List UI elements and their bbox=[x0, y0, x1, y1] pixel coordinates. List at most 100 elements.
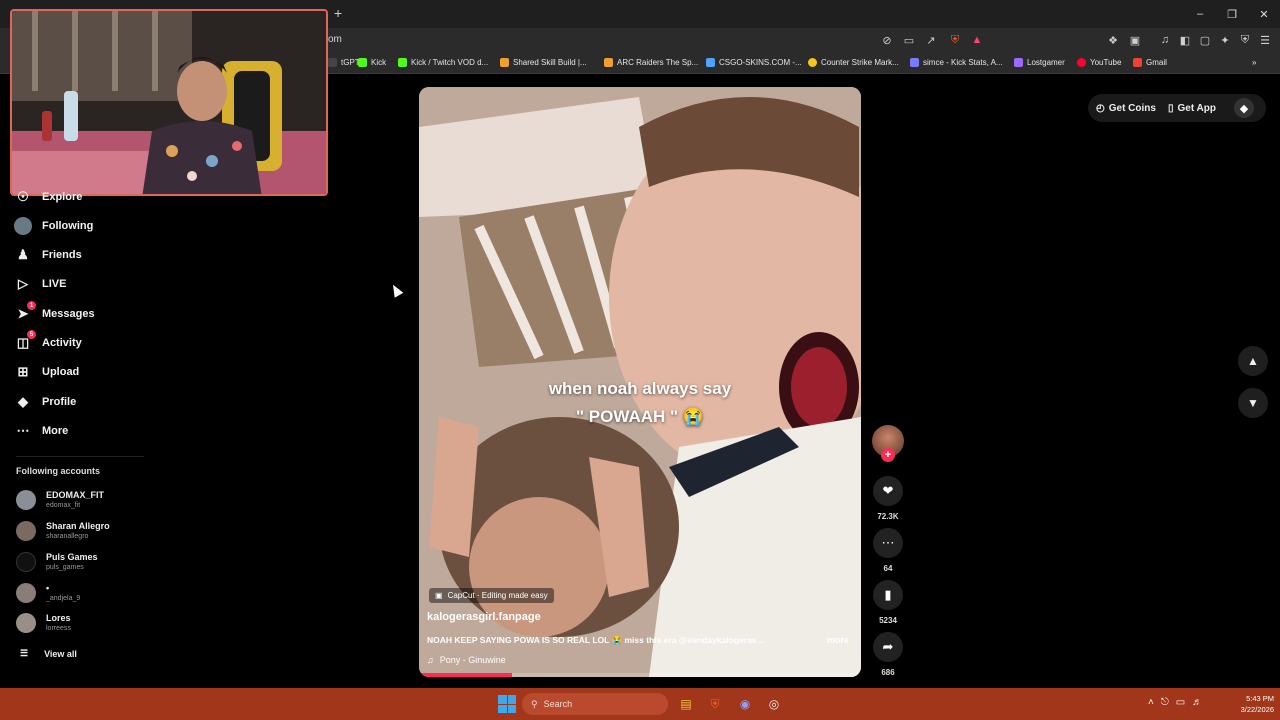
sidebar-item-label: Profile bbox=[42, 396, 77, 408]
leo-icon[interactable]: ✦ bbox=[1218, 33, 1232, 47]
bookmark-item[interactable]: tGPT bbox=[328, 58, 360, 67]
heart-icon: ❤ bbox=[873, 476, 903, 506]
video-progress-fill bbox=[419, 673, 512, 677]
sidebar-item-explore[interactable]: ☉ Explore bbox=[14, 188, 82, 206]
vpn-icon[interactable]: ⛨ bbox=[1238, 33, 1252, 47]
like-button[interactable]: ❤ 72.3K bbox=[872, 476, 904, 521]
upload-icon: ⊞ bbox=[17, 364, 29, 379]
bookmark-item[interactable]: Kick / Twitch VOD d... bbox=[398, 58, 488, 67]
following-account[interactable]: Lores lorreess bbox=[16, 613, 71, 633]
music-link[interactable]: ♫ Pony - Ginuwine bbox=[427, 655, 506, 665]
bookmark-item[interactable]: Lostgamer bbox=[1014, 58, 1065, 67]
bookmarks-overflow-icon[interactable]: » bbox=[1252, 58, 1256, 67]
view-all-button[interactable]: ☰ View all bbox=[20, 648, 77, 659]
avatar bbox=[16, 552, 36, 572]
address-bar[interactable]: om bbox=[328, 34, 342, 45]
video-description: NOAH KEEP SAYING POWA IS SO REAL LOL 😭 m… bbox=[427, 635, 766, 645]
get-coins-label: Get Coins bbox=[1108, 102, 1156, 114]
share-arrow-icon: ➦ bbox=[873, 632, 903, 662]
video-caption: when noah always say " POWAAH " 😭 bbox=[419, 375, 861, 431]
bookmark-item[interactable]: YouTube bbox=[1077, 58, 1121, 67]
window-controls: – ❐ ✕ bbox=[1184, 0, 1280, 28]
bookmark-favicon-icon bbox=[328, 58, 337, 67]
wallet-icon[interactable]: ▢ bbox=[1198, 33, 1212, 47]
display-icon[interactable]: ▭ bbox=[1176, 697, 1185, 708]
brave-browser-icon[interactable]: ⛨ bbox=[705, 694, 725, 714]
sidebar-item-activity[interactable]: ◫ 5 Activity bbox=[14, 330, 82, 352]
save-button[interactable]: ▮ 5234 bbox=[872, 580, 904, 625]
next-video-button[interactable]: ▼ bbox=[1238, 388, 1268, 418]
divider bbox=[16, 456, 144, 457]
follow-button[interactable]: + bbox=[881, 448, 895, 462]
comment-button[interactable]: ⋯ 64 bbox=[872, 528, 904, 573]
sidebar-item-profile[interactable]: ◆ Profile bbox=[14, 393, 76, 411]
bookmark-item[interactable]: Shared Skill Build |... bbox=[500, 58, 587, 67]
sidebar-item-friends[interactable]: ♟ Friends bbox=[14, 246, 82, 264]
menu-icon[interactable]: ☰ bbox=[1258, 33, 1272, 47]
discord-icon[interactable]: ◉ bbox=[735, 694, 755, 714]
more-icon: ⋯ bbox=[16, 423, 30, 438]
bookmark-item[interactable]: Gmail bbox=[1133, 58, 1167, 67]
notification-badge: 5 bbox=[27, 330, 36, 339]
chevron-up-icon[interactable]: ˄ bbox=[1148, 697, 1154, 708]
bookmark-item[interactable]: CSGO-SKINS.COM -... bbox=[706, 58, 802, 67]
webcam-feed-image bbox=[12, 11, 326, 194]
new-tab-button[interactable]: + bbox=[334, 5, 342, 21]
sidebar-item-more[interactable]: ⋯ More bbox=[14, 422, 69, 440]
youtube-favicon-icon bbox=[1077, 58, 1086, 67]
following-account[interactable]: Puls Games puls_games bbox=[16, 552, 98, 572]
following-account[interactable]: • _andjela_9 bbox=[16, 583, 80, 603]
more-button[interactable]: more bbox=[827, 635, 849, 645]
bookmark-favicon-icon bbox=[1014, 58, 1023, 67]
brave-shield-icon[interactable]: ⛨ bbox=[948, 33, 962, 47]
user-avatar[interactable]: ◆ bbox=[1234, 98, 1254, 118]
following-account[interactable]: EDOMAX_FIT edomax_fit bbox=[16, 490, 104, 510]
view-all-label: View all bbox=[44, 648, 77, 659]
bookmark-label: Shared Skill Build |... bbox=[513, 58, 587, 67]
sidebar-item-following[interactable]: Following bbox=[14, 217, 93, 235]
sidebar-item-upload[interactable]: ⊞ Upload bbox=[14, 363, 80, 381]
screenshot-icon[interactable]: ▣ bbox=[1128, 33, 1142, 47]
search-placeholder: Search bbox=[543, 699, 573, 709]
account-name: • bbox=[46, 583, 50, 593]
share-icon[interactable]: ↗ bbox=[924, 33, 938, 47]
windows-start-icon[interactable] bbox=[498, 695, 516, 713]
capcut-badge[interactable]: ▣ CapCut · Editing made easy bbox=[429, 588, 554, 603]
obs-icon[interactable]: ◎ bbox=[764, 694, 784, 714]
bookmark-item[interactable]: simce - Kick Stats, A... bbox=[910, 58, 1003, 67]
sidebar-icon[interactable]: ◧ bbox=[1178, 33, 1192, 47]
microphone-icon[interactable]: ⎋ bbox=[1161, 697, 1169, 708]
bookmark-item[interactable]: ARC Raiders The Sp... bbox=[604, 58, 698, 67]
cast-icon[interactable]: ▭ bbox=[902, 33, 916, 47]
sidebar-item-label: Messages bbox=[42, 308, 95, 320]
search-icon: ⚲ bbox=[531, 698, 538, 709]
video-author[interactable]: kalogerasgirl.fanpage bbox=[427, 611, 541, 623]
previous-video-button[interactable]: ▲ bbox=[1238, 346, 1268, 376]
sidebar-item-live[interactable]: ▷ LIVE bbox=[14, 275, 66, 293]
get-app-button[interactable]: ▯ Get App bbox=[1168, 103, 1216, 114]
get-coins-button[interactable]: ◴ Get Coins bbox=[1096, 103, 1156, 114]
bookmark-item[interactable]: Kick bbox=[358, 58, 386, 67]
video-player[interactable]: when noah always say " POWAAH " 😭 ▣ CapC… bbox=[419, 87, 861, 677]
bookmark-item[interactable]: Counter Strike Mark... bbox=[808, 58, 899, 67]
share-button[interactable]: ➦ 686 bbox=[872, 632, 904, 677]
kick-favicon-icon bbox=[398, 58, 407, 67]
file-explorer-icon[interactable]: ▤ bbox=[676, 694, 696, 714]
sidebar-item-messages[interactable]: ➤ 1 Messages bbox=[14, 301, 95, 323]
system-clock[interactable]: 5:43 PM 3/22/2026 bbox=[1226, 693, 1274, 715]
compass-icon: ☉ bbox=[17, 189, 29, 204]
minimize-button[interactable]: – bbox=[1184, 0, 1216, 28]
no-camera-icon[interactable]: ⊘ bbox=[880, 33, 894, 47]
maximize-button[interactable]: ❐ bbox=[1216, 0, 1248, 28]
following-account[interactable]: Sharan Allegro sharanallegro bbox=[16, 521, 110, 541]
comment-icon: ⋯ bbox=[873, 528, 903, 558]
extensions-icon[interactable]: ❖ bbox=[1106, 33, 1120, 47]
volume-icon[interactable]: ♬ bbox=[1192, 697, 1202, 708]
following-accounts-heading: Following accounts bbox=[16, 466, 101, 476]
close-button[interactable]: ✕ bbox=[1248, 0, 1280, 28]
bookmark-label: YouTube bbox=[1090, 58, 1122, 67]
music-icon[interactable]: ♫ bbox=[1158, 33, 1172, 47]
taskbar-search-input[interactable]: ⚲ Search bbox=[522, 693, 668, 715]
brave-rewards-icon[interactable]: ▲ bbox=[970, 33, 984, 47]
sidebar-item-label: Following bbox=[42, 220, 94, 232]
